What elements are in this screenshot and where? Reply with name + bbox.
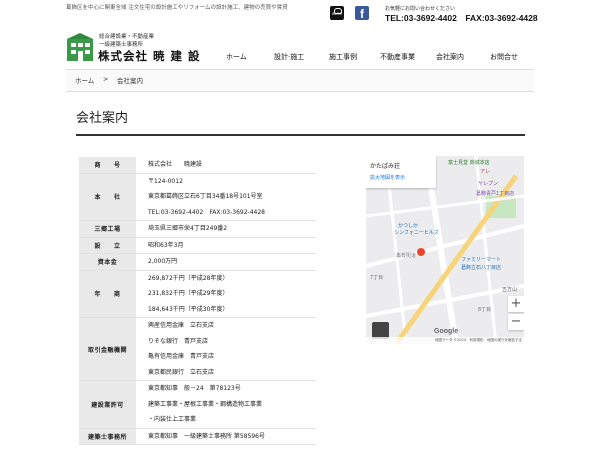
row-label: 商 号 bbox=[79, 157, 136, 174]
value-line: 東京都葛飾区立石6丁目34番18号101号室 bbox=[148, 193, 263, 200]
breadcrumb-current: 会社案内 bbox=[117, 77, 143, 85]
contact-phone-fax: TEL:03-3692-4402 FAX:03-3692-4428 bbox=[385, 13, 538, 23]
title-divider bbox=[76, 134, 525, 136]
map-label: 7丁目 bbox=[370, 275, 384, 281]
map-label: ファミリーマート bbox=[461, 257, 502, 263]
table-row: 取引金融機関 興産信用金庫 立石支店 りそな銀行 青戸支店 亀有信用金庫 青戸支… bbox=[79, 317, 316, 381]
row-value: 昭和63年3月 bbox=[136, 237, 316, 254]
map-label: 8丁目 bbox=[478, 307, 492, 313]
map-label: 葛飾青戸1丁目店 bbox=[476, 191, 515, 197]
site-tagline: 葛飾区を中心に関東全域 注文住宅の設計施工やリフォームの設計施工、建物の売買や賃… bbox=[66, 5, 288, 11]
zoom-out-button[interactable]: − bbox=[508, 314, 524, 330]
row-value: 2,000万円 bbox=[136, 253, 316, 271]
value-line: 株式会社 暁建設 bbox=[148, 161, 203, 168]
value-line: 東京都民銀行 立石支店 bbox=[148, 368, 215, 376]
value-line: 184,643千円（平成30年度） bbox=[148, 305, 229, 313]
value-line: 269,872千円（平成28年度） bbox=[148, 274, 229, 282]
nav-home[interactable]: ホーム bbox=[226, 52, 247, 62]
value-line: 231,832千円（平成29年度） bbox=[148, 290, 229, 297]
company-logo-name[interactable]: 株式会社 暁 建 設 bbox=[98, 48, 201, 64]
row-label: 三郷工場 bbox=[79, 220, 136, 238]
row-value: 東京都知事 般－24 第78123号 建築工事業・屋根工事業・鋼構造物工事業 ・… bbox=[136, 380, 316, 429]
google-logo: Google bbox=[434, 328, 459, 335]
contact-note: お気軽にお問い合わせください bbox=[385, 6, 456, 12]
map-label: 富士見堂 商城本店 bbox=[448, 160, 490, 166]
row-value: 〒124-0012 東京都葛飾区立石6丁目34番18号101号室 TEL:03-… bbox=[136, 173, 316, 221]
value-line: 建築工事業・屋根工事業・鋼構造物工事業 bbox=[148, 400, 263, 408]
value-line: ・内装仕上工事業 bbox=[148, 416, 197, 423]
table-row: 建設業許可 東京都知事 般－24 第78123号 建築工事業・屋根工事業・鋼構造… bbox=[79, 380, 316, 429]
nav-real-estate[interactable]: 不動産事業 bbox=[380, 52, 415, 62]
row-label: 設 立 bbox=[79, 237, 136, 254]
nav-contact[interactable]: お問合せ bbox=[490, 52, 518, 62]
value-line: 興産信用金庫 立石支店 bbox=[148, 322, 215, 329]
table-row: 資本金 2,000万円 bbox=[79, 253, 316, 271]
value-line: 埼玉県三郷市栄4丁目249番2 bbox=[148, 225, 228, 232]
table-row: 年 商 269,872千円（平成28年度） 231,832千円（平成29年度） … bbox=[79, 270, 316, 318]
blog-icon[interactable]: BLOG bbox=[330, 6, 344, 20]
row-value: 埼玉県三郷市栄4丁目249番2 bbox=[136, 220, 316, 238]
logo-subtitle-office: 一級建築士事務所 bbox=[99, 42, 144, 48]
row-value: 興産信用金庫 立石支店 りそな銀行 青戸支店 亀有信用金庫 青戸支店 東京都民銀… bbox=[136, 317, 316, 381]
value-line: 昭和63年3月 bbox=[148, 241, 184, 249]
page-title: 会社案内 bbox=[76, 111, 129, 126]
map-label: かつしか bbox=[398, 223, 419, 229]
map-label: シンフォニーヒルズ bbox=[394, 230, 439, 236]
google-map[interactable]: 富士見堂 商城本店 アレ ヤレプン 葛飾青戸1丁目店 かつしか シンフォニーヒル… bbox=[366, 156, 524, 344]
map-label: 葛飾立石八丁目店 bbox=[461, 265, 502, 271]
map-place-name: かたぱみ荘 bbox=[370, 163, 401, 170]
logo-subtitle-business: 総合建設業・不動産業 bbox=[99, 34, 155, 40]
table-row: 商 号 株式会社 暁建設 bbox=[79, 157, 316, 174]
row-value: 株式会社 暁建設 bbox=[136, 157, 316, 174]
table-row: 本 社 〒124-0012 東京都葛飾区立石6丁目34番18号101号室 TEL… bbox=[79, 173, 316, 221]
company-logo-icon[interactable] bbox=[67, 33, 93, 61]
row-label: 本 社 bbox=[79, 173, 136, 221]
row-label: 取引金融機関 bbox=[79, 317, 136, 381]
value-line: 〒124-0012 bbox=[148, 177, 183, 185]
map-place-card: かたぱみ荘 拡大地図を表示 bbox=[366, 156, 436, 188]
map-label: 五方山 bbox=[502, 287, 518, 293]
nav-design-construction[interactable]: 設計·施工 bbox=[274, 52, 304, 62]
facebook-icon[interactable]: f bbox=[355, 6, 369, 21]
nav-company[interactable]: 会社案内 bbox=[436, 52, 464, 62]
map-label: ヤレプン bbox=[478, 181, 499, 187]
row-value: 東京都知事 一級建築士事務所 第58596号 bbox=[136, 428, 316, 445]
map-label: 亀有街道 bbox=[396, 253, 417, 259]
breadcrumb-home-link[interactable]: ホーム bbox=[75, 75, 94, 85]
value-line: TEL:03-3692-4402 FAX:03-3692-4428 bbox=[148, 208, 265, 216]
company-info-table: 商 号 株式会社 暁建設 本 社 〒124-0012 東京都葛飾区立石6丁目34… bbox=[79, 157, 316, 445]
breadcrumb-separator: > bbox=[103, 75, 109, 83]
larger-map-link[interactable]: 拡大地図を表示 bbox=[370, 174, 405, 181]
row-label: 建築士事務所 bbox=[79, 428, 136, 445]
nav-works[interactable]: 施工事例 bbox=[329, 52, 357, 62]
map-label: アレ bbox=[480, 169, 491, 175]
row-label: 年 商 bbox=[79, 270, 136, 318]
table-row: 三郷工場 埼玉県三郷市栄4丁目249番2 bbox=[79, 220, 316, 238]
value-line: りそな銀行 青戸支店 bbox=[148, 337, 209, 345]
row-label: 資本金 bbox=[79, 253, 136, 271]
table-row: 建築士事務所 東京都知事 一級建築士事務所 第58596号 bbox=[79, 428, 316, 445]
row-label: 建設業許可 bbox=[79, 380, 136, 429]
zoom-in-button[interactable]: + bbox=[508, 296, 524, 312]
value-line: 2,000万円 bbox=[148, 258, 178, 265]
value-line: 東京都知事 般－24 第78123号 bbox=[148, 385, 241, 392]
value-line: 東京都知事 一級建築士事務所 第58596号 bbox=[148, 432, 265, 440]
value-line: 亀有信用金庫 青戸支店 bbox=[148, 353, 215, 360]
map-attribution[interactable]: 地図データ ©2024 利用規約 地図の誤りを報告する bbox=[366, 337, 524, 344]
table-row: 設 立 昭和63年3月 bbox=[79, 237, 316, 254]
row-value: 269,872千円（平成28年度） 231,832千円（平成29年度） 184,… bbox=[136, 270, 316, 318]
